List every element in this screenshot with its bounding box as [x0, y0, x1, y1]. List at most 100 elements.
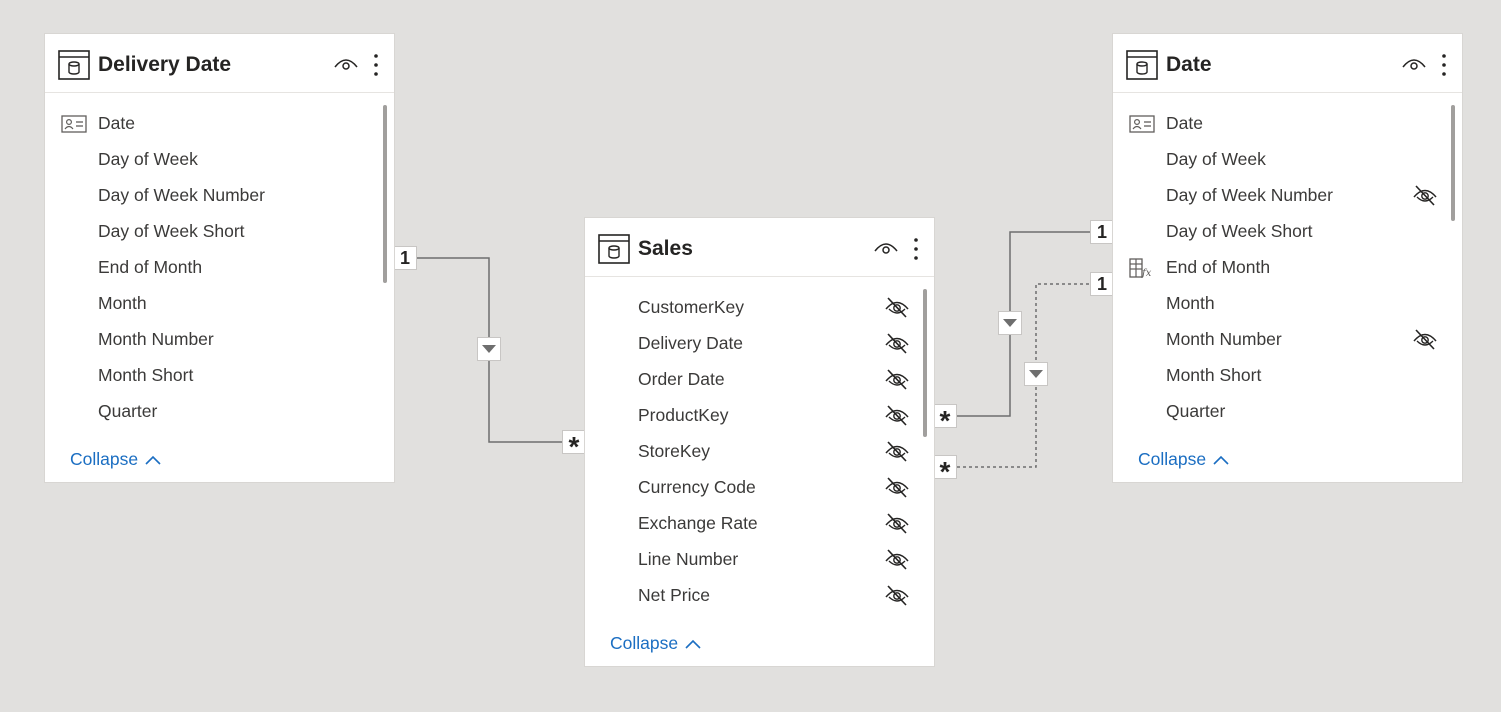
cardinality-many-badge: * [933, 455, 957, 486]
collapse-button[interactable]: Collapse [610, 633, 702, 654]
field-row[interactable]: Month Number [45, 321, 394, 357]
field-row[interactable]: StoreKey [585, 433, 934, 469]
field-name: Date [1166, 113, 1203, 133]
svg-text:fx: fx [1141, 268, 1152, 278]
field-list[interactable]: CustomerKey Delivery Date Order Date Produc… [585, 277, 934, 613]
field-row[interactable]: Day of Week Short [1113, 213, 1462, 249]
triangle-down-icon [1003, 319, 1017, 327]
field-name: Day of Week Short [1166, 221, 1313, 241]
field-row[interactable]: Date [1113, 105, 1462, 141]
field-list[interactable]: Date Day of Week Day of Week Number Day of … [1113, 93, 1462, 429]
eye-hidden-icon[interactable] [883, 583, 911, 607]
field-row[interactable]: End of Month [45, 249, 394, 285]
chevron-up-icon [145, 455, 161, 465]
more-options-icon[interactable] [368, 52, 384, 78]
field-name: Day of Week Number [98, 185, 265, 205]
field-name: Day of Week [98, 149, 198, 169]
eye-hidden-icon[interactable] [883, 295, 911, 319]
collapse-button[interactable]: Collapse [1138, 449, 1230, 470]
field-row[interactable]: Day of Week [1113, 141, 1462, 177]
model-canvas[interactable]: 1 * 1 1 * * Delivery Date Date Day of We… [0, 0, 1501, 712]
field-row[interactable]: Line Number [585, 541, 934, 577]
field-row[interactable]: Delivery Date [585, 325, 934, 361]
field-name: Quarter [98, 401, 158, 421]
field-row[interactable]: Month [1113, 285, 1462, 321]
eye-hidden-icon[interactable] [1411, 183, 1439, 207]
chevron-up-icon [685, 639, 701, 649]
field-name: Day of Week Short [98, 221, 245, 241]
filter-direction-arrow[interactable] [477, 337, 501, 361]
collapse-button[interactable]: Collapse [70, 449, 162, 470]
cardinality-one-badge: 1 [1090, 220, 1114, 244]
field-row[interactable]: Net Price [585, 577, 934, 613]
field-row[interactable]: Quarter [45, 393, 394, 429]
table-card-delivery-date[interactable]: Delivery Date Date Day of Week Day of Week… [44, 33, 395, 483]
field-name: Net Price [638, 585, 710, 605]
field-name: Delivery Date [638, 333, 744, 353]
eye-hidden-icon[interactable] [883, 475, 911, 499]
eye-hidden-icon[interactable] [883, 403, 911, 427]
field-row[interactable]: Day of Week Number [45, 177, 394, 213]
cardinality-one-badge: 1 [1090, 272, 1114, 296]
table-card-header[interactable]: Date [1113, 34, 1462, 93]
eye-hidden-icon[interactable] [883, 331, 911, 355]
eye-icon[interactable] [874, 238, 898, 258]
eye-icon[interactable] [1402, 54, 1426, 74]
field-row[interactable]: Month [45, 285, 394, 321]
field-row[interactable]: CustomerKey [585, 289, 934, 325]
more-options-icon[interactable] [908, 236, 924, 262]
field-name: Day of Week [1166, 149, 1266, 169]
field-name: Order Date [638, 369, 725, 389]
scrollbar[interactable] [1451, 105, 1455, 221]
filter-direction-arrow[interactable] [998, 311, 1022, 335]
relationship-date-sales-active [945, 231, 1101, 417]
table-icon [1126, 50, 1158, 80]
field-row[interactable]: Date [45, 105, 394, 141]
more-options-icon[interactable] [1436, 52, 1452, 78]
field-name: Month Number [98, 329, 214, 349]
table-title: Sales [638, 237, 693, 260]
field-row[interactable]: Exchange Rate [585, 505, 934, 541]
table-card-header[interactable]: Sales [585, 218, 934, 277]
field-row[interactable]: Currency Code [585, 469, 934, 505]
eye-hidden-icon[interactable] [883, 547, 911, 571]
field-row[interactable]: Month Short [45, 357, 394, 393]
field-row[interactable]: Day of Week [45, 141, 394, 177]
field-name: Month Short [98, 365, 194, 385]
field-row[interactable]: ProductKey [585, 397, 934, 433]
scrollbar[interactable] [383, 105, 387, 283]
field-name: Line Number [638, 549, 739, 569]
table-title: Delivery Date [98, 53, 232, 76]
cardinality-many-badge: * [933, 404, 957, 435]
key-field-icon [61, 115, 87, 133]
field-row[interactable]: Order Date [585, 361, 934, 397]
field-name: Currency Code [638, 477, 756, 497]
table-card-date[interactable]: Date Date Day of Week Day of Week Number Da… [1112, 33, 1463, 483]
triangle-down-icon [482, 345, 496, 353]
field-row[interactable]: Quarter [1113, 393, 1462, 429]
field-row[interactable]: Month Short [1113, 357, 1462, 393]
filter-direction-arrow[interactable] [1024, 362, 1048, 386]
eye-hidden-icon[interactable] [883, 439, 911, 463]
field-row[interactable]: fx End of Month [1113, 249, 1462, 285]
table-title: Date [1166, 53, 1212, 76]
eye-hidden-icon[interactable] [1411, 327, 1439, 351]
field-row[interactable]: Month Number [1113, 321, 1462, 357]
cardinality-many-badge: * [562, 430, 586, 461]
table-icon [598, 234, 630, 264]
table-card-sales[interactable]: Sales CustomerKey Delivery Date Order Date… [584, 217, 935, 667]
field-name: Day of Week Number [1166, 185, 1333, 205]
eye-icon[interactable] [334, 54, 358, 74]
field-name: End of Month [1166, 257, 1271, 277]
eye-hidden-icon[interactable] [883, 511, 911, 535]
table-card-header[interactable]: Delivery Date [45, 34, 394, 93]
field-row[interactable]: Day of Week Short [45, 213, 394, 249]
field-list[interactable]: Date Day of Week Day of Week Number Day of … [45, 93, 394, 429]
eye-hidden-icon[interactable] [883, 367, 911, 391]
field-name: Month [98, 293, 147, 313]
field-row[interactable]: Day of Week Number [1113, 177, 1462, 213]
field-name: Month Short [1166, 365, 1262, 385]
calculated-column-icon: fx [1129, 258, 1152, 278]
scrollbar[interactable] [923, 289, 927, 437]
field-name: Date [98, 113, 135, 133]
